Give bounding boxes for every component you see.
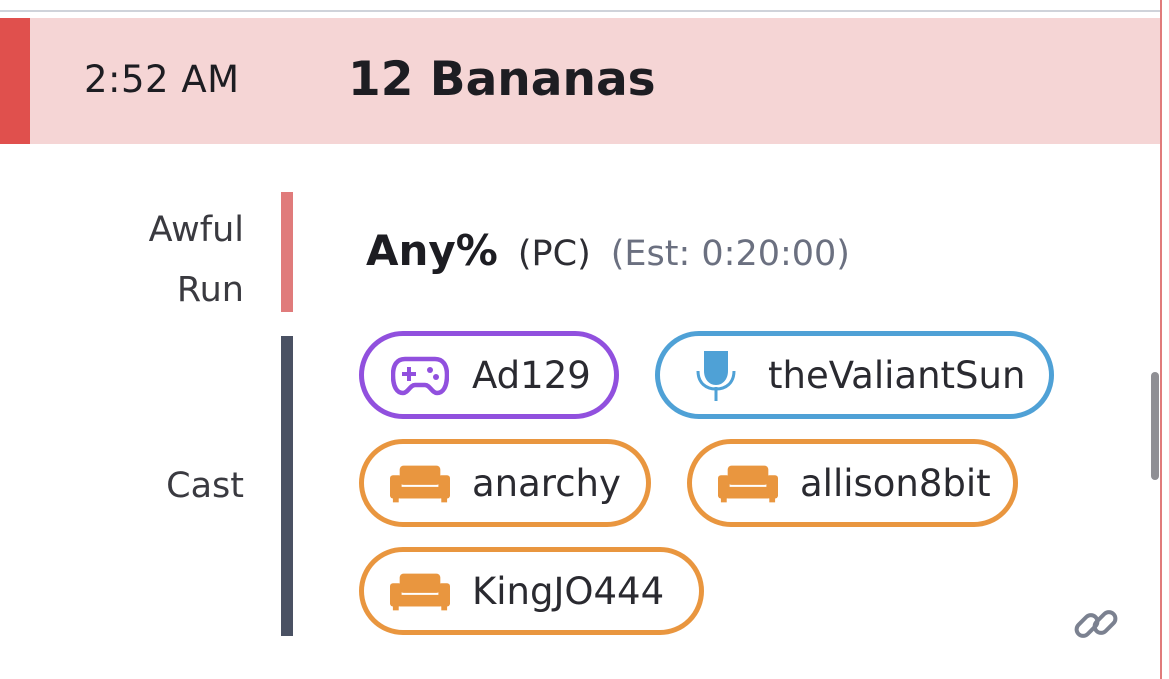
cast-name: KingJO444	[472, 569, 665, 613]
game-title: 12 Bananas	[348, 52, 656, 107]
schedule-header: 2:52 AM 12 Bananas	[0, 18, 1160, 144]
run-label-line1: Awful	[148, 210, 244, 250]
cast-name: theValiantSun	[768, 353, 1026, 397]
cast-pill-couch[interactable]: allison8bit	[687, 439, 1018, 527]
cast-pill-couch[interactable]: anarchy	[359, 439, 651, 527]
top-divider	[0, 0, 1160, 12]
cast-name: anarchy	[472, 461, 621, 505]
couch-icon	[390, 463, 450, 503]
cast-name: allison8bit	[800, 461, 991, 505]
link-icon[interactable]	[1072, 600, 1120, 652]
cast-pill-couch[interactable]: KingJO444	[359, 547, 704, 635]
run-label: Awful Run	[44, 200, 244, 320]
card-right-border	[1160, 0, 1162, 679]
gamepad-icon	[390, 353, 450, 397]
header-accent-bar	[0, 18, 30, 144]
cast-pill-commentator[interactable]: theValiantSun	[655, 331, 1054, 419]
cast-pill-runner[interactable]: Ad129	[359, 331, 619, 419]
run-section-bar	[281, 192, 293, 312]
cast-label: Cast	[166, 466, 244, 506]
cast-name: Ad129	[472, 353, 591, 397]
run-time: 2:52 AM	[84, 58, 240, 101]
run-label-line2: Run	[176, 270, 244, 310]
couch-icon	[718, 463, 778, 503]
scrollbar-thumb[interactable]	[1151, 372, 1159, 480]
run-platform: (PC)	[517, 234, 591, 274]
cast-section-bar	[281, 336, 293, 636]
run-details: Any% (PC) (Est: 0:20:00)	[366, 226, 850, 275]
microphone-icon	[686, 349, 746, 401]
run-category: Any%	[366, 226, 498, 275]
run-estimate: (Est: 0:20:00)	[610, 234, 850, 274]
couch-icon	[390, 571, 450, 611]
